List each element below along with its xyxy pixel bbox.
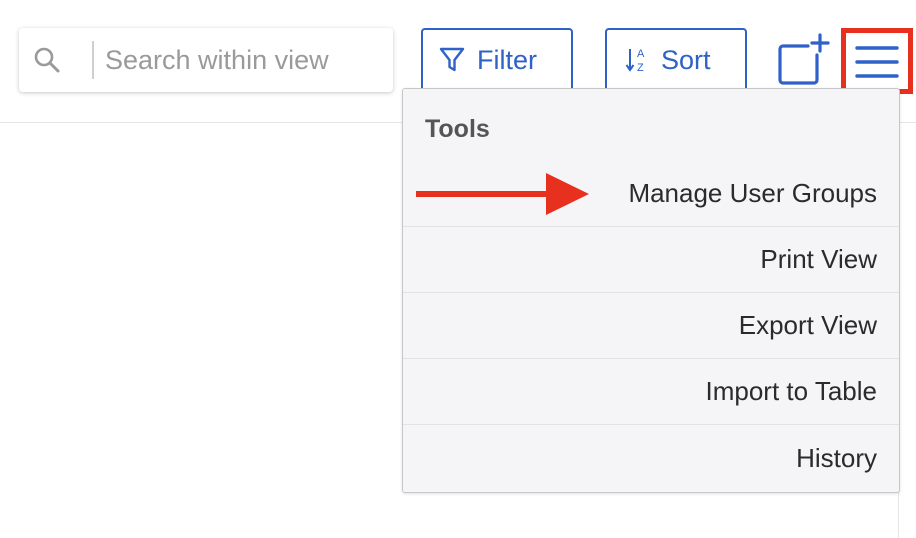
tools-dropdown-menu: Tools Manage User Groups Print View Expo… bbox=[402, 88, 900, 493]
more-menu-button[interactable] bbox=[841, 28, 913, 94]
dropdown-heading: Tools bbox=[425, 115, 490, 143]
menu-item-label: Print View bbox=[760, 244, 877, 274]
sort-button[interactable]: A Z Sort bbox=[605, 28, 747, 92]
svg-text:Z: Z bbox=[637, 62, 644, 74]
filter-button[interactable]: Filter bbox=[421, 28, 573, 92]
menu-item-label: Manage User Groups bbox=[628, 178, 877, 208]
panel-edge bbox=[898, 490, 899, 538]
hamburger-menu-icon bbox=[855, 46, 899, 78]
sort-az-icon: A Z bbox=[625, 48, 645, 74]
app-toolbar-view: Filter A Z Sort Tools Manage User Groups bbox=[0, 0, 916, 538]
search-input[interactable] bbox=[105, 38, 385, 82]
menu-item-import-to-table[interactable]: Import to Table bbox=[403, 359, 899, 425]
menu-item-label: Import to Table bbox=[705, 376, 877, 406]
search-box[interactable] bbox=[19, 28, 393, 92]
filter-button-label: Filter bbox=[477, 44, 537, 75]
menu-item-label: Export View bbox=[738, 310, 877, 340]
svg-text:A: A bbox=[637, 48, 645, 60]
search-separator bbox=[92, 41, 94, 79]
menu-item-print-view[interactable]: Print View bbox=[403, 227, 899, 293]
menu-item-history[interactable]: History bbox=[403, 425, 899, 491]
sort-button-label: Sort bbox=[661, 44, 711, 75]
new-record-button[interactable] bbox=[776, 33, 830, 87]
search-icon bbox=[34, 47, 60, 73]
menu-item-export-view[interactable]: Export View bbox=[403, 293, 899, 359]
menu-item-label: History bbox=[796, 442, 877, 473]
filter-icon bbox=[439, 47, 465, 72]
annotation-arrow-icon bbox=[416, 173, 589, 215]
add-square-icon bbox=[778, 33, 830, 85]
